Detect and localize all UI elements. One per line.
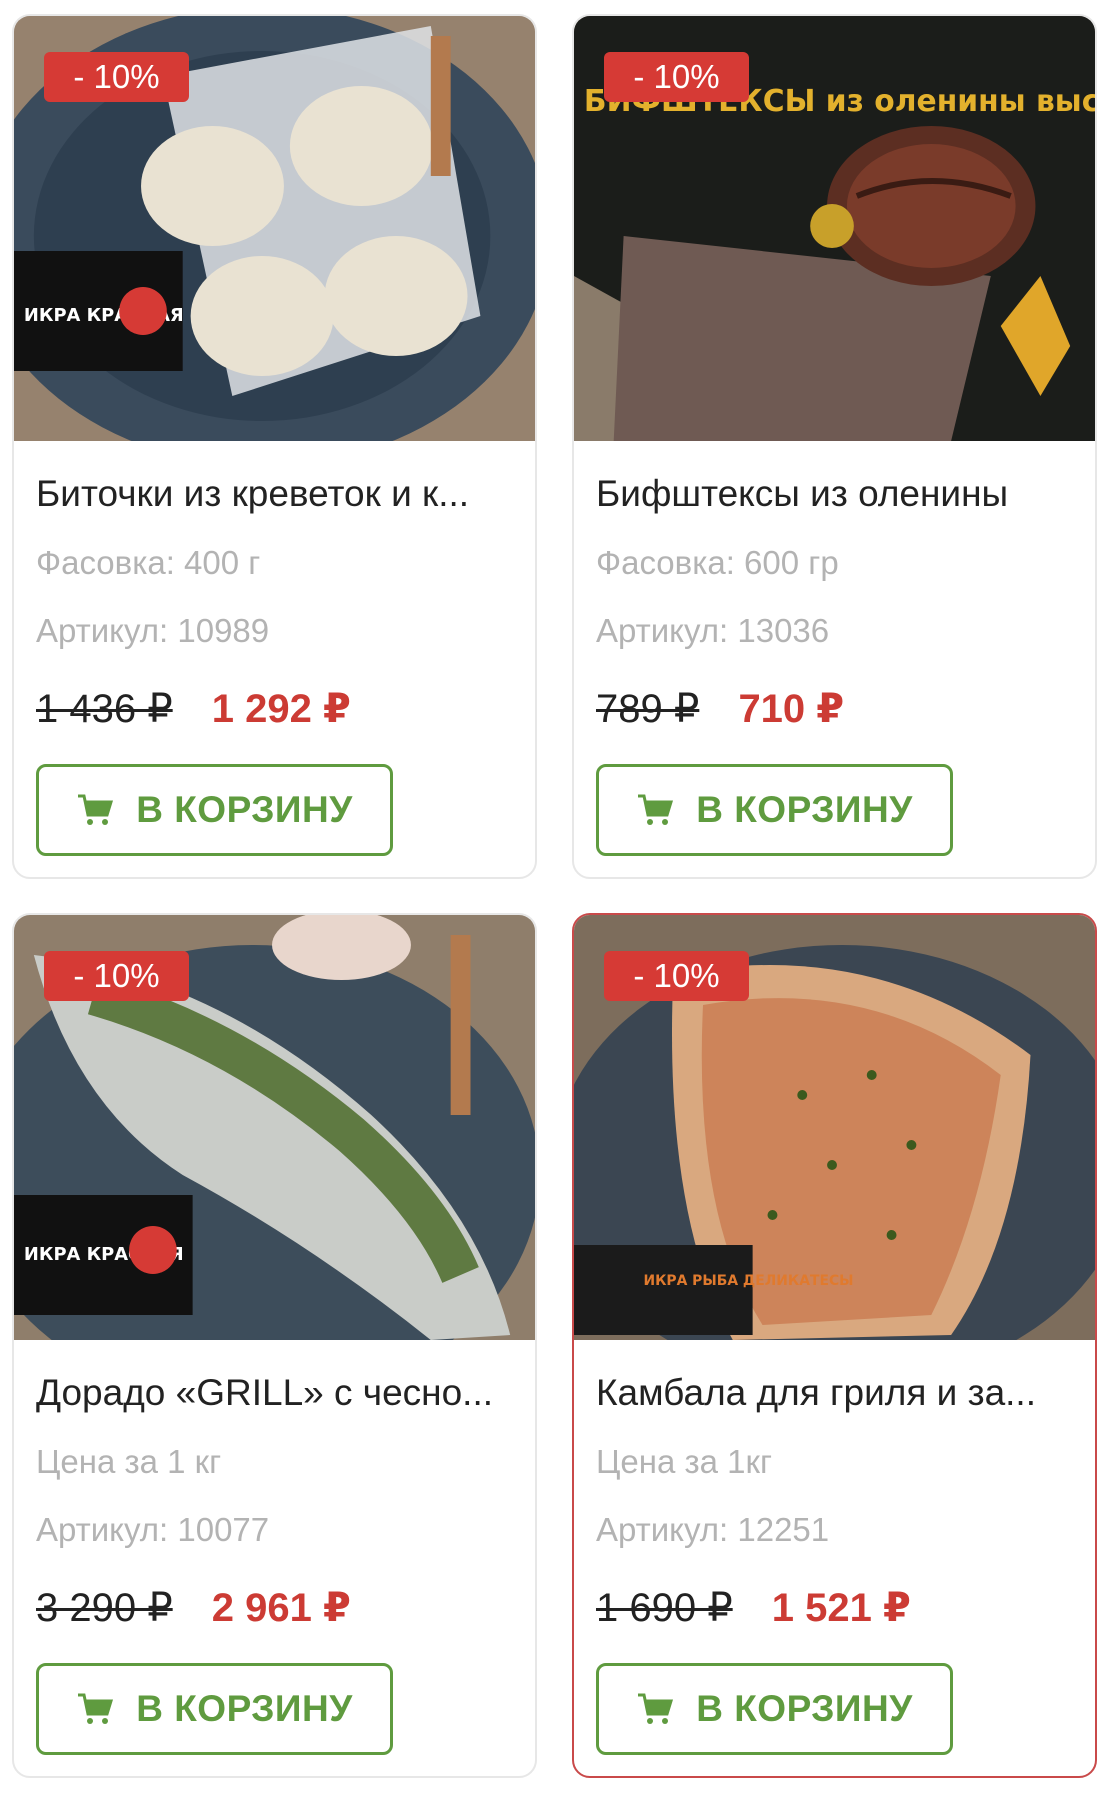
- shopping-cart-icon: [638, 1693, 674, 1724]
- old-price: 3 290 ₽: [36, 1586, 173, 1630]
- product-image[interactable]: ИКРА РЫБА ДЕЛИКАТЕСЫ - 10%: [574, 915, 1095, 1340]
- old-price: 789 ₽: [596, 687, 700, 731]
- old-price: 1 690 ₽: [596, 1586, 733, 1630]
- price-block: 1 690 ₽ 1 521 ₽: [596, 1585, 911, 1631]
- new-price: 2 961 ₽: [211, 1586, 351, 1630]
- discount-badge: - 10%: [44, 52, 189, 102]
- product-price-unit: Цена за 1 кг: [36, 1443, 222, 1480]
- price-block: 1 436 ₽ 1 292 ₽: [36, 686, 351, 732]
- add-to-cart-label: В КОРЗИНУ: [696, 789, 913, 830]
- product-sku: Артикул: 10989: [36, 612, 270, 649]
- product-title[interactable]: Дорадо «GRILL» с чесно...: [36, 1372, 516, 1414]
- add-to-cart-button[interactable]: В КОРЗИНУ: [596, 764, 953, 856]
- shopping-cart-icon: [78, 794, 114, 825]
- product-card[interactable]: ИКРА КРАСНАЯ - 10% Дорадо «GRILL» с чесн…: [12, 913, 537, 1778]
- add-to-cart-label: В КОРЗИНУ: [136, 1688, 353, 1729]
- new-price: 710 ₽: [738, 687, 845, 731]
- product-title[interactable]: Камбала для гриля и за...: [596, 1372, 1076, 1414]
- product-card[interactable]: ИКРА КРАСНАЯ - 10% Биточки из креветок и…: [12, 14, 537, 879]
- price-block: 3 290 ₽ 2 961 ₽: [36, 1585, 351, 1631]
- add-to-cart-button[interactable]: В КОРЗИНУ: [596, 1663, 953, 1755]
- add-to-cart-label: В КОРЗИНУ: [696, 1688, 913, 1729]
- discount-badge: - 10%: [44, 951, 189, 1001]
- add-to-cart-button[interactable]: В КОРЗИНУ: [36, 1663, 393, 1755]
- product-title[interactable]: Бифштексы из оленины: [596, 473, 1076, 515]
- product-sku: Артикул: 10077: [36, 1511, 270, 1548]
- image-label: ИКРА РЫБА ДЕЛИКАТЕСЫ: [643, 1273, 853, 1289]
- product-card[interactable]: ИКРА РЫБА ДЕЛИКАТЕСЫ - 10% Камбала для г…: [572, 913, 1097, 1778]
- product-pack-size: Фасовка: 400 г: [36, 544, 261, 581]
- product-sku: Артикул: 12251: [596, 1511, 830, 1548]
- product-card[interactable]: БИФШТЕКСЫ из оленины высшее качество 600…: [572, 14, 1097, 879]
- product-grid: ИКРА КРАСНАЯ - 10% Биточки из креветок и…: [0, 0, 1119, 1793]
- price-block: 789 ₽ 710 ₽: [596, 686, 844, 732]
- product-sku: Артикул: 13036: [596, 612, 830, 649]
- old-price: 1 436 ₽: [36, 687, 173, 731]
- product-price-unit: Цена за 1кг: [596, 1443, 772, 1480]
- new-price: 1 292 ₽: [211, 687, 351, 731]
- product-image[interactable]: ИКРА КРАСНАЯ - 10%: [14, 16, 535, 441]
- add-to-cart-button[interactable]: В КОРЗИНУ: [36, 764, 393, 856]
- add-to-cart-label: В КОРЗИНУ: [136, 789, 353, 830]
- product-pack-size: Фасовка: 600 гр: [596, 544, 839, 581]
- discount-badge: - 10%: [604, 52, 749, 102]
- new-price: 1 521 ₽: [771, 1586, 911, 1630]
- product-image[interactable]: БИФШТЕКСЫ из оленины высшее качество 600…: [574, 16, 1095, 441]
- product-title[interactable]: Биточки из креветок и к...: [36, 473, 516, 515]
- shopping-cart-icon: [638, 794, 674, 825]
- product-image[interactable]: ИКРА КРАСНАЯ - 10%: [14, 915, 535, 1340]
- discount-badge: - 10%: [604, 951, 749, 1001]
- shopping-cart-icon: [78, 1693, 114, 1724]
